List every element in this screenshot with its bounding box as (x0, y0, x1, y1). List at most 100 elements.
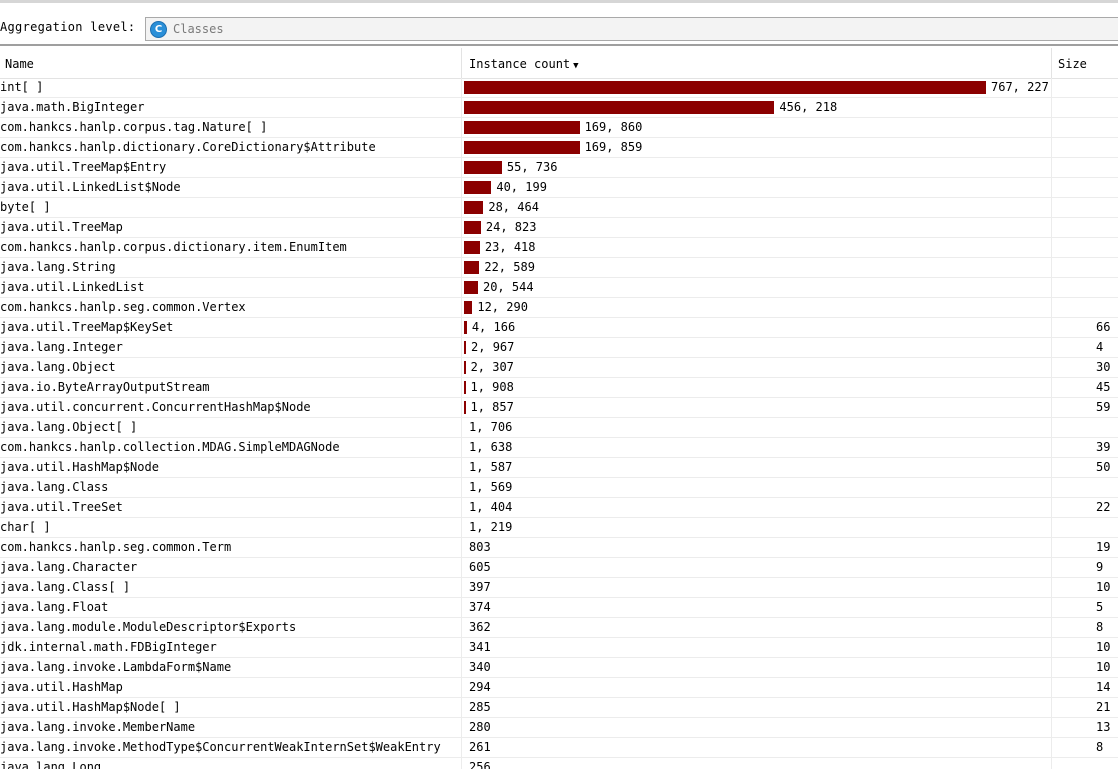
table-row[interactable]: java.lang.String 22, 589 (0, 258, 1118, 278)
table-row[interactable]: int[ ] 767, 227 (0, 78, 1118, 98)
table-row[interactable]: java.lang.Character 605 9 (0, 558, 1118, 578)
size-value: 4 (1096, 340, 1104, 354)
table-row[interactable]: java.lang.Float 374 5 (0, 598, 1118, 618)
instance-count-cell: 1, 587 (461, 458, 1052, 477)
size-cell: 9 (1051, 558, 1118, 577)
table-row[interactable]: com.hankcs.hanlp.collection.MDAG.SimpleM… (0, 438, 1118, 458)
size-cell (1051, 158, 1118, 177)
class-name-cell: java.lang.Character (0, 560, 138, 574)
instance-count-cell: 285 (461, 698, 1052, 717)
instance-count-bar (464, 401, 466, 414)
aggregation-level-dropdown[interactable]: C Classes (145, 17, 1118, 41)
class-name-cell: java.lang.Class (0, 480, 109, 494)
table-row[interactable]: com.hankcs.hanlp.corpus.tag.Nature[ ] 169… (0, 118, 1118, 138)
size-cell: 50 (1051, 458, 1118, 477)
instance-count-value: 23, 418 (484, 240, 536, 254)
table-row[interactable]: java.util.concurrent.ConcurrentHashMap$N… (0, 398, 1118, 418)
table-row[interactable]: java.util.HashMap$Node 1, 587 50 (0, 458, 1118, 478)
column-header-name[interactable]: Name (0, 48, 461, 78)
table-row[interactable]: java.lang.Long 256 (0, 758, 1118, 769)
table-row[interactable]: java.util.TreeMap$Entry 55, 736 (0, 158, 1118, 178)
table-row[interactable]: java.util.HashMap 294 14 (0, 678, 1118, 698)
instance-count-value: 169, 859 (584, 140, 643, 154)
table-row[interactable]: java.lang.Integer 2, 967 4 (0, 338, 1118, 358)
size-value: 9 (1096, 560, 1104, 574)
instance-count-cell: 341 (461, 638, 1052, 657)
table-row[interactable]: java.util.LinkedList 20, 544 (0, 278, 1118, 298)
table-row[interactable]: com.hankcs.hanlp.dictionary.CoreDictiona… (0, 138, 1118, 158)
table-row[interactable]: java.lang.invoke.MemberName 280 13 (0, 718, 1118, 738)
table-row[interactable]: java.lang.Object 2, 307 30 (0, 358, 1118, 378)
instance-count-bar (464, 201, 484, 214)
instance-count-cell: 1, 638 (461, 438, 1052, 457)
size-value: 13 (1096, 720, 1111, 734)
class-name-cell: java.lang.Long (0, 760, 102, 769)
table-row[interactable]: byte[ ] 28, 464 (0, 198, 1118, 218)
table-row[interactable]: java.lang.Class[ ] 397 10 (0, 578, 1118, 598)
table-row[interactable]: com.hankcs.hanlp.seg.common.Vertex 12, 29… (0, 298, 1118, 318)
instance-count-bar (464, 181, 492, 194)
instance-count-bar (464, 121, 580, 134)
column-header-instance-count[interactable]: Instance count ▼ (461, 48, 1051, 78)
table-row[interactable]: java.util.HashMap$Node[ ] 285 21 (0, 698, 1118, 718)
table-row[interactable]: java.lang.invoke.LambdaForm$Name 340 10 (0, 658, 1118, 678)
column-header-instance-count-label: Instance count (469, 57, 571, 71)
table-row[interactable]: java.io.ByteArrayOutputStream 1, 908 45 (0, 378, 1118, 398)
class-name-cell: java.math.BigInteger (0, 100, 145, 114)
table-row[interactable]: java.lang.Object[ ] 1, 706 (0, 418, 1118, 438)
instance-count-value: 20, 544 (482, 280, 534, 294)
instance-count-cell: 12, 290 (461, 298, 1052, 317)
size-cell (1051, 218, 1118, 237)
size-cell: 22 (1051, 498, 1118, 517)
table-row[interactable]: java.util.TreeSet 1, 404 22 (0, 498, 1118, 518)
instance-count-value: 55, 736 (506, 160, 558, 174)
size-cell: 8 (1051, 738, 1118, 757)
table-row[interactable]: java.lang.Class 1, 569 (0, 478, 1118, 498)
size-cell (1051, 758, 1118, 769)
instance-count-value: 294 (469, 680, 491, 694)
size-value: 30 (1096, 360, 1111, 374)
table-row[interactable]: jdk.internal.math.FDBigInteger 341 10 (0, 638, 1118, 658)
instance-count-cell: 1, 908 (461, 378, 1052, 397)
instance-count-value: 2, 967 (471, 340, 515, 354)
sort-descending-icon: ▼ (573, 61, 579, 71)
table-row[interactable]: java.util.LinkedList$Node 40, 199 (0, 178, 1118, 198)
instance-count-value: 374 (469, 600, 491, 614)
instance-count-value: 40, 199 (496, 180, 547, 194)
size-cell: 10 (1051, 638, 1118, 657)
instance-count-cell: 169, 859 (461, 138, 1052, 157)
instance-count-cell: 20, 544 (461, 278, 1052, 297)
class-icon: C (150, 21, 167, 38)
size-cell: 59 (1051, 398, 1118, 417)
class-name-cell: java.io.ByteArrayOutputStream (0, 380, 210, 394)
table-row[interactable]: java.lang.invoke.MethodType$ConcurrentWe… (0, 738, 1118, 758)
class-name-cell: com.hankcs.hanlp.seg.common.Term (0, 540, 232, 554)
table-row[interactable]: java.lang.module.ModuleDescriptor$Export… (0, 618, 1118, 638)
instance-count-bar (464, 161, 502, 174)
column-header-size[interactable]: Size (1051, 48, 1118, 78)
class-name-cell: java.lang.module.ModuleDescriptor$Export… (0, 620, 297, 634)
size-cell: 30 (1051, 358, 1118, 377)
table-row[interactable]: com.hankcs.hanlp.corpus.dictionary.item.… (0, 238, 1118, 258)
class-name-cell: java.util.LinkedList (0, 280, 145, 294)
instance-count-bar (464, 381, 466, 394)
table-row[interactable]: java.math.BigInteger 456, 218 (0, 98, 1118, 118)
instance-count-value: 397 (469, 580, 491, 594)
class-name-cell: java.lang.Object[ ] (0, 420, 138, 434)
table-row[interactable]: java.util.TreeMap 24, 823 (0, 218, 1118, 238)
table-row[interactable]: com.hankcs.hanlp.seg.common.Term 803 19 (0, 538, 1118, 558)
instance-count-value: 340 (469, 660, 491, 674)
size-cell (1051, 138, 1118, 157)
instance-count-value: 1, 404 (469, 500, 513, 514)
instance-count-bar (464, 141, 580, 154)
instance-count-value: 803 (469, 540, 491, 554)
aggregation-bar: Aggregation level: C Classes (0, 4, 1118, 44)
instance-count-value: 1, 587 (469, 460, 513, 474)
instance-count-cell: 22, 589 (461, 258, 1052, 277)
instance-count-cell: 280 (461, 718, 1052, 737)
table-row[interactable]: char[ ] 1, 219 (0, 518, 1118, 538)
size-value: 10 (1096, 580, 1111, 594)
instance-count-cell: 1, 569 (461, 478, 1052, 497)
table-row[interactable]: java.util.TreeMap$KeySet 4, 166 66 (0, 318, 1118, 338)
instance-count-cell: 362 (461, 618, 1052, 637)
